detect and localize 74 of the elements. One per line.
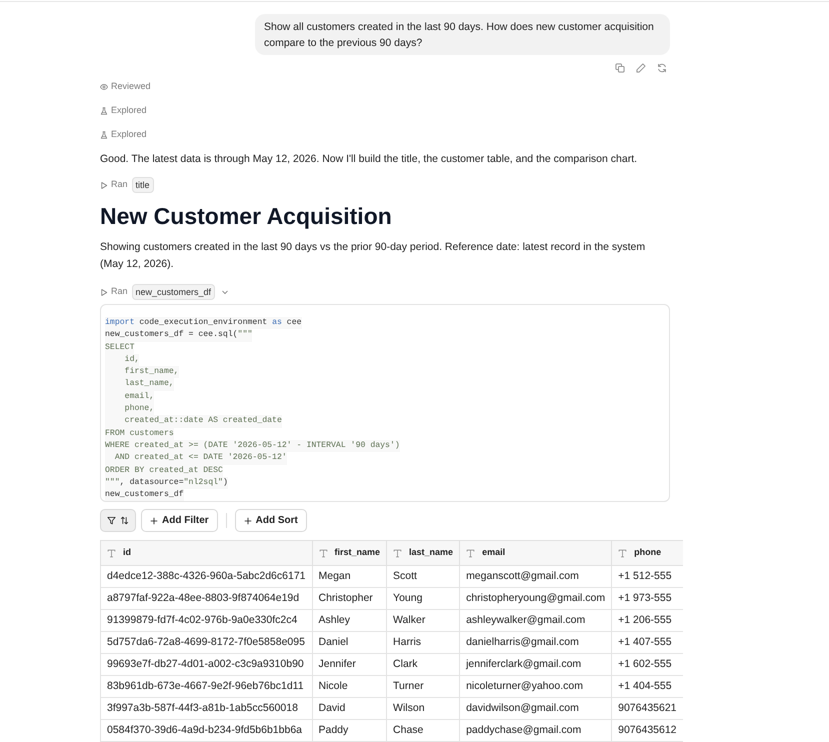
table-cell: christopheryoung@gmail.com bbox=[460, 588, 612, 610]
table-cell: meganscott@gmail.com bbox=[460, 566, 612, 588]
plus-icon bbox=[244, 516, 252, 524]
table-cell: jenniferclark@gmail.com bbox=[460, 654, 612, 676]
table-cell: Wilson bbox=[386, 698, 460, 720]
table-cell: Young bbox=[386, 588, 460, 610]
eye-icon bbox=[100, 83, 108, 91]
table-cell: Turner bbox=[386, 676, 460, 698]
filter-icon bbox=[107, 516, 116, 525]
plus-icon bbox=[150, 516, 158, 524]
table-cell: Megan bbox=[312, 566, 387, 588]
cell-name-chip[interactable]: title bbox=[132, 177, 154, 193]
table-cell: Chase bbox=[386, 720, 460, 742]
step-label[interactable]: Explored bbox=[111, 128, 147, 142]
table-cell: 91399879-fd7f-4c02-976b-9a0e330fc2c4 bbox=[100, 610, 312, 632]
table-cell: David bbox=[312, 698, 387, 720]
step-label[interactable]: Reviewed bbox=[111, 80, 151, 94]
table-cell: danielharris@gmail.com bbox=[460, 632, 612, 654]
column-name: phone bbox=[634, 546, 662, 560]
table-cell: d4edce12-388c-4326-960a-5abc2d6c6171 bbox=[100, 566, 312, 588]
table-cell: Scott bbox=[386, 566, 460, 588]
table-cell: 5d757da6-72a8-4699-8172-7f0e5858e095 bbox=[100, 632, 312, 654]
copy-icon[interactable] bbox=[615, 63, 625, 73]
text-type-icon bbox=[107, 548, 116, 558]
table-cell: paddychase@gmail.com bbox=[460, 720, 612, 742]
column-name: email bbox=[482, 546, 506, 560]
table-cell: Christopher bbox=[312, 588, 387, 610]
column-name: first_name bbox=[334, 546, 380, 560]
run-label: Ran bbox=[111, 285, 128, 298]
flask-icon bbox=[100, 131, 108, 139]
table-cell: nicoleturner@yahoo.com bbox=[460, 676, 612, 698]
add-button[interactable]: Add Sort bbox=[234, 509, 307, 532]
table-cell: 99693e7f-db27-4d01-a002-c3c9a9310b90 bbox=[100, 654, 312, 676]
page-title: New Customer Acquisition bbox=[100, 202, 393, 230]
assistant-message: Good. The latest data is through May 12, 2026. Now I'll build the title, the customer table, and the comparison chart. bbox=[100, 152, 638, 167]
play-icon[interactable] bbox=[100, 288, 108, 296]
table-cell: Nicole bbox=[312, 676, 387, 698]
table-cell: 3f997a3b-587f-44f3-a81b-1ab5cc560018 bbox=[100, 698, 312, 720]
column-header[interactable]: email bbox=[460, 540, 612, 566]
sort-icon bbox=[120, 516, 129, 525]
play-icon[interactable] bbox=[100, 180, 108, 190]
description-text: Showing customers created in the last 90 days vs the prior 90-day period. Reference date: latest record in the system (May 12, 2026). bbox=[100, 240, 646, 272]
edit-icon[interactable] bbox=[636, 63, 646, 73]
table-cell: ashleywalker@gmail.com bbox=[460, 610, 612, 632]
column-header[interactable]: phone bbox=[612, 540, 683, 566]
chevron-down-icon[interactable] bbox=[221, 288, 230, 296]
step-label[interactable]: Explored bbox=[111, 104, 147, 118]
column-name: last_name bbox=[409, 546, 454, 560]
table-cell: davidwilson@gmail.com bbox=[460, 698, 612, 720]
cell-name-chip[interactable]: new_customers_df bbox=[132, 284, 216, 300]
add-button[interactable]: Add Filter bbox=[141, 509, 218, 532]
text-type-icon bbox=[466, 548, 476, 558]
refresh-icon[interactable] bbox=[657, 63, 667, 73]
column-header[interactable]: first_name bbox=[312, 540, 387, 566]
table-cell: Paddy bbox=[312, 720, 387, 742]
table-cell: Walker bbox=[386, 610, 460, 632]
table-cell: a8797faf-922a-48ee-8803-9f874064e19d bbox=[100, 588, 312, 610]
column-header[interactable]: last_name bbox=[386, 540, 460, 566]
table-cell: Daniel bbox=[312, 632, 387, 654]
text-type-icon bbox=[393, 548, 402, 558]
text-type-icon bbox=[318, 548, 328, 558]
table-cell: Jennifer bbox=[312, 654, 387, 676]
flask-icon bbox=[100, 107, 108, 115]
text-type-icon bbox=[618, 548, 628, 558]
run-label: Ran bbox=[111, 178, 128, 192]
column-name: id bbox=[123, 546, 131, 560]
table-cell: Harris bbox=[386, 632, 460, 654]
filter-sort-button[interactable] bbox=[100, 509, 136, 532]
column-header[interactable]: id bbox=[100, 540, 312, 566]
table-cell: 0584f370-39d6-4a9d-b234-9fd5b6b1bb6a bbox=[100, 720, 312, 742]
table-cell: Ashley bbox=[312, 610, 387, 632]
user-message: Show all customers created in the last 90 days. How does new customer acquisition compare to the previous 90 days? bbox=[255, 14, 670, 55]
table-cell: 83b961db-673e-4667-9e2f-96eb76bc1d11 bbox=[100, 676, 312, 698]
table-cell: Clark bbox=[386, 654, 460, 676]
